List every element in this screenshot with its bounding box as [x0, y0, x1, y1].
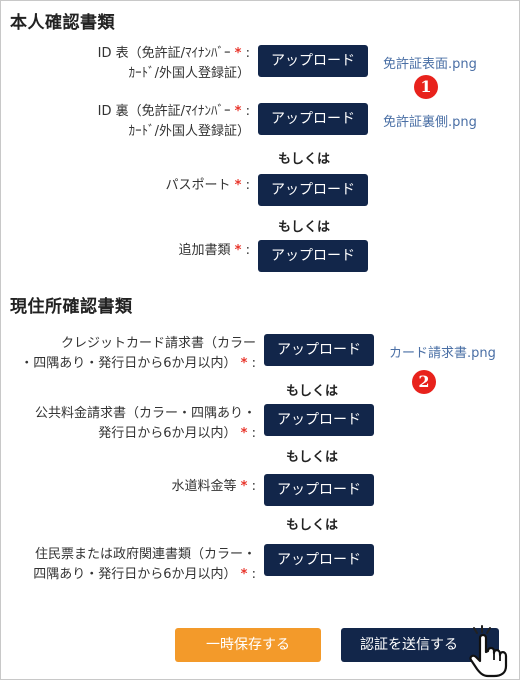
id-front-upload-button[interactable]: アップロード: [258, 45, 368, 77]
badge-one-icon: 1: [414, 75, 438, 99]
required-mark: *: [234, 46, 242, 61]
hand-pointer-icon: [469, 625, 508, 678]
utility-upload-button[interactable]: アップロード: [264, 404, 374, 436]
label-colon: :: [251, 426, 256, 441]
temporary-save-button[interactable]: 一時保存する: [175, 628, 321, 662]
id-back-file-link[interactable]: 免許証裏側.png: [383, 111, 477, 130]
label-colon: :: [251, 479, 256, 494]
id-back-label-line2: ｶｰﾄﾞ/外国人登録証）: [128, 124, 250, 139]
id-back-label-line1: ID 裏（免許証/ﾏｲﾅﾝﾊﾞｰ: [97, 104, 231, 119]
credit-label: クレジットカード請求書（カラー ・四隅あり・発行日から6か月以内） * :: [10, 334, 256, 374]
id-front-label-line1: ID 表（免許証/ﾏｲﾅﾝﾊﾞｰ: [97, 46, 231, 61]
label-colon: :: [251, 356, 256, 371]
required-mark: *: [240, 356, 248, 371]
resident-label-line2: 四隅あり・発行日から6か月以内）: [33, 567, 237, 582]
label-colon: :: [245, 243, 250, 258]
or-text: もしくは: [286, 450, 339, 465]
credit-file-link[interactable]: カード請求書.png: [389, 342, 496, 361]
utility-label-line1: 公共料金請求書（カラー・四隅あり・: [34, 406, 256, 421]
required-mark: *: [240, 426, 248, 441]
utility-label-line2: 発行日から6か月以内）: [98, 426, 237, 441]
required-mark: *: [234, 243, 242, 258]
id-back-label: ID 裏（免許証/ﾏｲﾅﾝﾊﾞｰ * : ｶｰﾄﾞ/外国人登録証）: [20, 102, 250, 142]
id-back-upload-button[interactable]: アップロード: [258, 103, 368, 135]
credit-upload-button[interactable]: アップロード: [264, 334, 374, 366]
passport-label-text: パスポート: [165, 178, 231, 193]
water-upload-button[interactable]: アップロード: [264, 474, 374, 506]
additional-label: 追加書類 * :: [20, 241, 251, 261]
or-text: もしくは: [286, 384, 339, 399]
resident-label-line1: 住民票または政府関連書類（カラー・: [34, 547, 256, 562]
resident-label: 住民票または政府関連書類（カラー・ 四隅あり・発行日から6か月以内） * :: [10, 545, 256, 585]
water-label: 水道料金等 * :: [10, 477, 257, 497]
label-colon: :: [251, 567, 256, 582]
additional-label-text: 追加書類: [178, 243, 231, 258]
required-mark: *: [234, 104, 242, 119]
credit-label-line1: クレジットカード請求書（カラー: [60, 336, 256, 351]
required-mark: *: [240, 479, 248, 494]
badge-two-icon: 2: [412, 370, 436, 394]
identity-section-title: 本人確認書類: [10, 13, 115, 33]
label-colon: :: [245, 104, 250, 119]
utility-label: 公共料金請求書（カラー・四隅あり・ 発行日から6か月以内） * :: [10, 404, 256, 444]
id-front-label-line2: ｶｰﾄﾞ/外国人登録証）: [128, 66, 250, 81]
id-front-label: ID 表（免許証/ﾏｲﾅﾝﾊﾞｰ * : ｶｰﾄﾞ/外国人登録証）: [20, 44, 250, 84]
or-text: もしくは: [278, 152, 331, 167]
address-section-title: 現住所確認書類: [10, 297, 133, 317]
label-colon: :: [245, 46, 250, 61]
or-text: もしくは: [278, 220, 331, 235]
water-label-text: 水道料金等: [171, 479, 237, 494]
required-mark: *: [240, 567, 248, 582]
passport-label: パスポート * :: [20, 176, 251, 196]
required-mark: *: [234, 178, 242, 193]
passport-upload-button[interactable]: アップロード: [258, 174, 368, 206]
additional-upload-button[interactable]: アップロード: [258, 240, 368, 272]
or-text: もしくは: [286, 518, 339, 533]
resident-upload-button[interactable]: アップロード: [264, 544, 374, 576]
id-front-file-link[interactable]: 免許証表面.png: [383, 53, 477, 72]
label-colon: :: [245, 178, 250, 193]
credit-label-line2: ・四隅あり・発行日から6か月以内）: [20, 356, 237, 371]
